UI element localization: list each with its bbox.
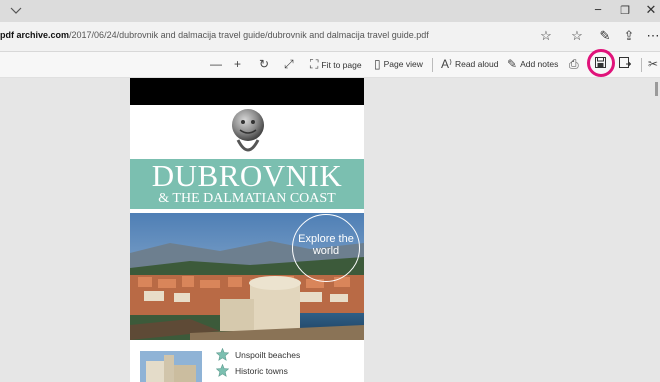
save-button-highlight — [587, 49, 615, 77]
save-as-icon[interactable] — [619, 57, 631, 68]
minimize-button[interactable]: − — [585, 2, 611, 17]
title-bar: − ❐ ✕ — [0, 0, 660, 22]
restore-button[interactable]: ❐ — [612, 4, 638, 17]
pdf-page: DUBROVNIK & THE DALMATIAN COAST Explore … — [130, 78, 364, 382]
rotate-icon[interactable]: ↻ — [259, 57, 269, 71]
feature-label: Historic towns — [235, 365, 288, 376]
zoom-in-button[interactable]: + — [234, 57, 241, 71]
document-title: DUBROVNIK — [151, 158, 343, 193]
add-notes-button[interactable]: ✎ Add notes — [507, 57, 558, 71]
toolbar-divider — [432, 58, 433, 72]
feature-item-towns: Historic towns — [216, 364, 288, 377]
url-field[interactable]: pdf archive.com/2017/06/24/dubrovnik and… — [0, 30, 429, 40]
fit-icon: ⛶ — [310, 57, 319, 71]
pin-icon[interactable]: ✂ — [648, 57, 658, 71]
print-icon[interactable]: ⎙ — [569, 57, 579, 72]
address-bar[interactable]: pdf archive.com/2017/06/24/dubrovnik and… — [0, 22, 660, 52]
toolbar-divider — [641, 58, 642, 72]
fit-to-page-button[interactable]: ⛶ Fit to page — [310, 57, 362, 72]
historic-town-thumbnail — [140, 351, 202, 382]
share-icon[interactable]: ⇪ — [620, 28, 638, 44]
pdf-toolbar: — + ↻ ⤢ ⛶ Fit to page ▯ Page view A⁾ Read a… — [0, 52, 660, 78]
feature-label: Unspoilt beaches — [235, 349, 301, 360]
close-button[interactable]: ✕ — [638, 2, 660, 18]
chevron-down-icon[interactable] — [10, 3, 22, 18]
document-subtitle: & THE DALMATIAN COAST — [158, 191, 336, 206]
title-banner: DUBROVNIK & THE DALMATIAN COAST — [130, 159, 364, 209]
feature-item-beaches: Unspoilt beaches — [216, 348, 300, 361]
url-path: /2017/06/24/dubrovnik and dalmacija trav… — [69, 30, 429, 40]
page-view-button[interactable]: ▯ Page view — [374, 57, 423, 71]
url-host: pdf archive.com — [0, 30, 70, 40]
page-icon: ▯ — [374, 57, 381, 71]
pen-icon[interactable]: ✎ — [596, 28, 614, 44]
star-bullet-icon — [216, 348, 229, 361]
page-top-band — [130, 78, 364, 105]
read-aloud-icon: A⁾ — [441, 57, 452, 71]
note-pen-icon: ✎ — [507, 57, 518, 71]
more-icon[interactable]: ⋯ — [644, 28, 660, 44]
read-aloud-button[interactable]: A⁾ Read aloud — [441, 57, 498, 71]
star-bullet-icon — [216, 364, 229, 377]
scrollbar-thumb[interactable] — [655, 82, 658, 96]
fullscreen-icon[interactable]: ⤢ — [284, 57, 294, 72]
explore-badge: Explore the world — [292, 214, 360, 282]
zoom-out-button[interactable]: — — [210, 57, 222, 71]
favorite-star-icon[interactable]: ☆ — [537, 28, 555, 44]
favorites-list-icon[interactable]: ☆ — [568, 28, 586, 44]
door-knocker-image — [232, 109, 264, 152]
